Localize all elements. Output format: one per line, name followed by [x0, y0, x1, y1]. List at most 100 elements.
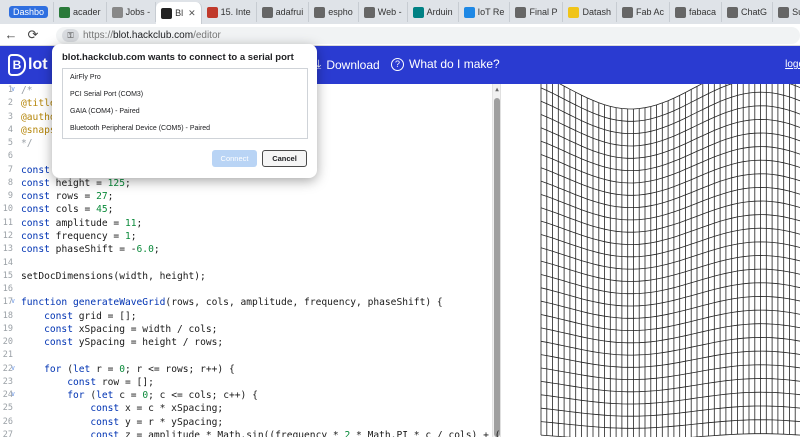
browser-tab[interactable]: Supple: [773, 2, 800, 22]
line-number: 12: [2, 230, 13, 241]
browser-tab[interactable]: Dashbo: [4, 2, 55, 22]
line-number: 13: [2, 244, 13, 255]
wave-row-line: [540, 419, 800, 429]
preview-panel: [500, 84, 800, 437]
wave-row-line: [540, 255, 800, 282]
line-number: 10: [2, 204, 13, 215]
url-host: blot.hackclub.com: [113, 30, 194, 41]
line-number: 20: [2, 337, 13, 348]
line-number: 21: [2, 350, 13, 361]
help-button[interactable]: ? What do I make?: [391, 57, 500, 71]
tab-favicon-icon: [622, 6, 633, 18]
code-line: 8 const height = 125;: [0, 178, 492, 191]
code-line: 15 setDocDimensions(width, height);: [0, 271, 492, 284]
header-right-link[interactable]: logo: [785, 59, 800, 70]
cancel-button[interactable]: Cancel: [262, 150, 307, 167]
code-text: const row = [];: [67, 376, 154, 388]
wave-row-line: [540, 132, 800, 171]
port-option[interactable]: Bluetooth Peripheral Device (COM5) - Pai…: [70, 125, 210, 132]
line-number: 25: [2, 403, 13, 414]
code-line: 26 const y = r * ySpacing;: [0, 417, 492, 430]
port-option[interactable]: AirFly Pro: [70, 74, 101, 81]
code-text: const rows = 27;: [21, 191, 114, 203]
tab-favicon-icon: [161, 7, 173, 19]
browser-tab[interactable]: Arduin: [408, 2, 459, 22]
line-number: 5: [7, 138, 13, 149]
code-line: 23 const row = [];: [0, 377, 492, 390]
port-option[interactable]: GAIA (COM4) - Paired: [70, 108, 140, 115]
tab-label: Datash: [582, 7, 611, 17]
code-text: const: [21, 164, 50, 176]
code-text: const height = 125;: [21, 177, 131, 189]
code-line: 22 ∨ for (let r = 0; r <= rows; r++) {: [0, 364, 492, 377]
connect-button[interactable]: Connect: [212, 150, 257, 167]
refresh-icon[interactable]: ⟳: [22, 27, 44, 43]
browser-tab[interactable]: IoT Re: [459, 2, 511, 22]
browser-tab[interactable]: espho: [309, 2, 359, 22]
line-number: 6: [7, 151, 13, 162]
code-line: 19 const xSpacing = width / cols;: [0, 324, 492, 337]
tab-label: Final P: [529, 7, 558, 17]
wave-grid-preview: [540, 84, 800, 437]
port-option[interactable]: PCI Serial Port (COM3): [70, 91, 143, 98]
tab-label: Fab Ac: [636, 7, 665, 17]
download-button[interactable]: ⤓ Download: [316, 57, 380, 72]
tab-label: Supple: [792, 7, 800, 17]
browser-tab[interactable]: acader: [54, 2, 107, 22]
tab-favicon-icon: [515, 6, 527, 18]
url-path: /editor: [193, 30, 221, 41]
tab-close-icon[interactable]: ✕: [188, 8, 196, 19]
back-arrow-icon[interactable]: ←: [0, 27, 22, 42]
fold-chevron-icon[interactable]: ∨: [11, 390, 15, 398]
browser-tab[interactable]: ChatG: [722, 2, 774, 22]
address-bar: ← ⟳ ⚿ https://blot.hackclub.com/editor: [0, 24, 800, 46]
dialog-title: blot.hackclub.com wants to connect to a …: [62, 52, 294, 63]
line-number: 11: [2, 217, 13, 228]
url-prefix: https://: [83, 30, 114, 41]
tab-label: 15. Inte: [220, 7, 251, 17]
wave-row-line: [540, 91, 800, 134]
wave-row-line: [540, 146, 800, 184]
browser-tab[interactable]: fabaca: [670, 2, 723, 22]
blot-logo[interactable]: B lot: [8, 54, 48, 76]
code-line: 20 const ySpacing = height / rows;: [0, 337, 492, 350]
fold-chevron-icon[interactable]: ∨: [11, 85, 15, 93]
wave-row-line: [540, 173, 800, 208]
browser-tab[interactable]: Web -: [359, 2, 408, 22]
url-field[interactable]: ⚿ https://blot.hackclub.com/editor: [56, 27, 800, 44]
browser-tab[interactable]: adafrui: [257, 2, 310, 22]
browser-tab[interactable]: Datash: [563, 2, 617, 22]
browser-tab[interactable]: Fab Ac: [617, 2, 671, 22]
editor-scrollbar[interactable]: ▲: [492, 84, 500, 437]
scroll-up-icon[interactable]: ▲: [493, 86, 500, 93]
site-info-icon[interactable]: ⚿: [62, 29, 79, 42]
logo-mark: B: [8, 54, 26, 76]
browser-tab[interactable]: Jobs -: [107, 2, 157, 22]
wave-row-line: [540, 295, 800, 319]
tab-favicon-icon: [727, 6, 739, 18]
code-line: 14: [0, 258, 492, 271]
browser-tab[interactable]: Bl ✕: [156, 2, 202, 24]
fold-chevron-icon[interactable]: ∨: [11, 297, 15, 305]
tab-label: Arduin: [426, 7, 453, 17]
line-number: 4: [7, 124, 13, 135]
tab-favicon-icon: [412, 6, 424, 18]
code-text: for (let r = 0; r <= rows; r++) {: [44, 363, 235, 375]
wave-row-line: [540, 84, 800, 122]
wave-row-line: [540, 159, 800, 196]
code-line: 10 const cols = 45;: [0, 204, 492, 217]
browser-tab[interactable]: Final P: [510, 2, 564, 22]
line-number: 3: [7, 111, 13, 122]
code-text: const cols = 45;: [21, 204, 114, 216]
port-list[interactable]: AirFly Pro PCI Serial Port (COM3) GAIA (CO…: [62, 68, 308, 139]
code-text: @autho: [21, 111, 56, 123]
code-line: 12 const frequency = 1;: [0, 231, 492, 244]
wave-row-line: [540, 405, 800, 417]
wave-row-line: [540, 282, 800, 307]
help-label: What do I make?: [409, 57, 500, 71]
wave-row-line: [540, 186, 800, 221]
fold-chevron-icon[interactable]: ∨: [11, 364, 15, 372]
tab-label: IoT Re: [477, 7, 505, 17]
browser-tab[interactable]: 15. Inte: [202, 2, 257, 22]
line-number: 8: [7, 177, 13, 188]
